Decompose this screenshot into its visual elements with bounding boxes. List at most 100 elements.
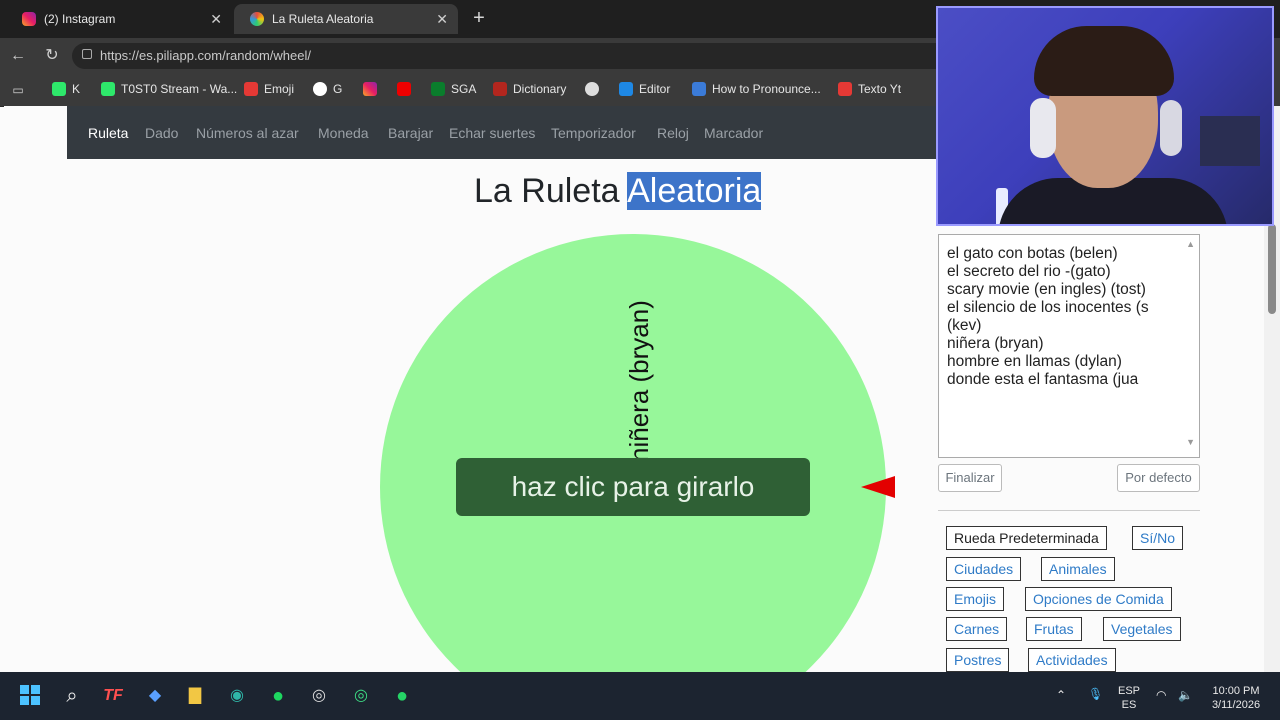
nav-moneda[interactable]: Moneda xyxy=(318,125,369,141)
editor-icon xyxy=(619,82,633,96)
category-carnes[interactable]: Carnes xyxy=(946,617,1008,641)
category-actividades[interactable]: Actividades xyxy=(1028,648,1116,672)
bookmark-openai[interactable] xyxy=(585,82,605,96)
volume-icon[interactable]: 🔈 xyxy=(1178,688,1193,702)
spin-button[interactable]: haz clic para girarlo xyxy=(456,458,810,516)
category-si-no[interactable]: Sí/No xyxy=(1132,526,1184,550)
address-bar[interactable]: https://es.piliapp.com/random/wheel/ xyxy=(72,43,952,69)
obs-icon[interactable]: ◎ xyxy=(307,684,331,708)
search-icon[interactable]: ⌕ xyxy=(60,684,84,708)
microphone-icon[interactable]: 🎙 xyxy=(1088,687,1103,701)
site-info-icon[interactable] xyxy=(82,49,92,59)
category-emojis[interactable]: Emojis xyxy=(946,587,1005,611)
nav-echar-suertes[interactable]: Echar suertes xyxy=(449,125,535,141)
spotify-icon[interactable]: ● xyxy=(266,684,290,708)
bookmark-google[interactable]: G xyxy=(313,82,342,96)
category-rueda-predeterminada[interactable]: Rueda Predeterminada xyxy=(946,526,1107,550)
whatsapp-icon[interactable]: ● xyxy=(390,684,414,708)
page-title: La Ruleta Aleatoria xyxy=(474,172,762,211)
textarea-scroll-down-icon[interactable]: ▼ xyxy=(1186,437,1195,447)
app-icon[interactable]: ◎ xyxy=(349,684,373,708)
divider xyxy=(938,510,1200,511)
webcam-overlay xyxy=(936,6,1274,226)
sga-icon xyxy=(431,82,445,96)
nav-barajar[interactable]: Barajar xyxy=(388,125,433,141)
category-postres[interactable]: Postres xyxy=(946,648,1010,672)
bookmark-tosto-stream[interactable]: T0ST0 Stream - Wa... xyxy=(101,82,237,96)
site-navbar: Ruleta Dado Números al azar Moneda Baraj… xyxy=(67,106,937,159)
instagram-icon xyxy=(22,12,36,26)
wheel-segment-label: niñera (bryan) xyxy=(624,300,654,462)
edge-browser-icon[interactable]: ◉ xyxy=(225,684,249,708)
entry-line: hombre en llamas (dylan) xyxy=(947,353,1122,370)
tab-search-icon[interactable]: ▭ xyxy=(8,80,28,100)
new-tab-icon[interactable]: + xyxy=(468,8,490,30)
default-button[interactable]: Por defecto xyxy=(1117,464,1200,492)
close-tab-icon[interactable]: ✕ xyxy=(210,11,222,28)
tray-overflow-icon[interactable]: ⌃ xyxy=(1056,688,1066,702)
category-ciudades[interactable]: Ciudades xyxy=(946,557,1022,581)
wifi-icon[interactable]: ◠ xyxy=(1156,688,1166,702)
nav-reloj[interactable]: Reloj xyxy=(657,125,689,141)
bookmark-emoji[interactable]: Emoji xyxy=(244,82,294,96)
texto-icon xyxy=(838,82,852,96)
nav-temporizador[interactable]: Temporizador xyxy=(551,125,636,141)
wheel-favicon-icon xyxy=(250,12,264,26)
youtube-icon xyxy=(397,82,411,96)
instagram-icon xyxy=(363,82,377,96)
entry-line: el gato con botas (belen) xyxy=(947,245,1118,262)
title-prefix: La Ruleta xyxy=(474,172,620,210)
tab-la-ruleta[interactable]: La Ruleta Aleatoria ✕ xyxy=(234,4,458,34)
entry-line: niñera (bryan) xyxy=(947,335,1044,352)
bookmark-k[interactable]: K xyxy=(52,82,80,96)
finalize-button[interactable]: Finalizar xyxy=(938,464,1002,492)
nav-numeros-al-azar[interactable]: Números al azar xyxy=(196,125,299,141)
nav-marcador[interactable]: Marcador xyxy=(704,125,763,141)
url-text: https://es.piliapp.com/random/wheel/ xyxy=(100,48,311,63)
bookmark-texto-yt[interactable]: Texto Yt xyxy=(838,82,901,96)
category-opciones-de-comida[interactable]: Opciones de Comida xyxy=(1025,587,1172,611)
time: 10:00 PM xyxy=(1212,685,1260,697)
nav-ruleta[interactable]: Ruleta xyxy=(88,125,128,141)
bookmark-editor[interactable]: Editor xyxy=(619,82,670,96)
category-frutas[interactable]: Frutas xyxy=(1026,617,1082,641)
background-shelf xyxy=(1200,116,1260,166)
entries-textarea[interactable]: el gato con botas (belen) el secreto del… xyxy=(938,234,1200,458)
taskbar: ⌕ TF ◆ ▇ ◉ ● ◎ ◎ ● ⌃ 🎙 ESP ES ◠ 🔈 10:00 … xyxy=(0,672,1280,720)
tab-title: La Ruleta Aleatoria xyxy=(272,12,374,26)
language-indicator[interactable]: ESP ES xyxy=(1116,684,1142,712)
bookmark-how-to-pronounce[interactable]: How to Pronounce... xyxy=(692,82,821,96)
emoji-icon xyxy=(244,82,258,96)
entry-line: el silencio de los inocentes (s xyxy=(947,299,1149,316)
nav-dado[interactable]: Dado xyxy=(145,125,178,141)
clock[interactable]: 10:00 PM 3/11/2026 xyxy=(1204,684,1268,712)
close-tab-icon[interactable]: ✕ xyxy=(436,11,448,28)
tf-app-icon[interactable]: TF xyxy=(101,684,125,708)
back-icon[interactable]: ← xyxy=(8,46,28,66)
category-animales[interactable]: Animales xyxy=(1041,557,1115,581)
file-explorer-icon[interactable]: ▇ xyxy=(183,684,207,708)
category-vegetales[interactable]: Vegetales xyxy=(1103,617,1181,641)
bookmark-youtube[interactable] xyxy=(397,82,417,96)
dictionary-icon xyxy=(493,82,507,96)
headphones-right-icon xyxy=(1160,100,1182,156)
entry-line: donde esta el fantasma (jua xyxy=(947,371,1139,388)
headphones-icon xyxy=(1030,98,1056,158)
textarea-scroll-up-icon[interactable]: ▲ xyxy=(1186,239,1195,249)
bookmark-instagram[interactable] xyxy=(363,82,383,96)
entry-line: (kev) xyxy=(947,317,982,334)
kick-icon xyxy=(101,82,115,96)
openai-icon xyxy=(585,82,599,96)
wheel-pointer-icon xyxy=(861,476,895,498)
bookmark-sga[interactable]: SGA xyxy=(431,82,476,96)
bookmark-dictionary[interactable]: Dictionary xyxy=(493,82,566,96)
tab-instagram[interactable]: (2) Instagram ✕ xyxy=(6,4,232,34)
person-hair xyxy=(1034,26,1174,96)
scrollbar-thumb[interactable] xyxy=(1268,224,1276,314)
reload-icon[interactable]: ↻ xyxy=(42,46,62,66)
windows-start-icon[interactable] xyxy=(18,684,42,708)
entry-line: el secreto del rio -(gato) xyxy=(947,263,1111,280)
pronounce-icon xyxy=(692,82,706,96)
dev-app-icon[interactable]: ◆ xyxy=(143,684,167,708)
title-highlight: Aleatoria xyxy=(627,172,762,210)
